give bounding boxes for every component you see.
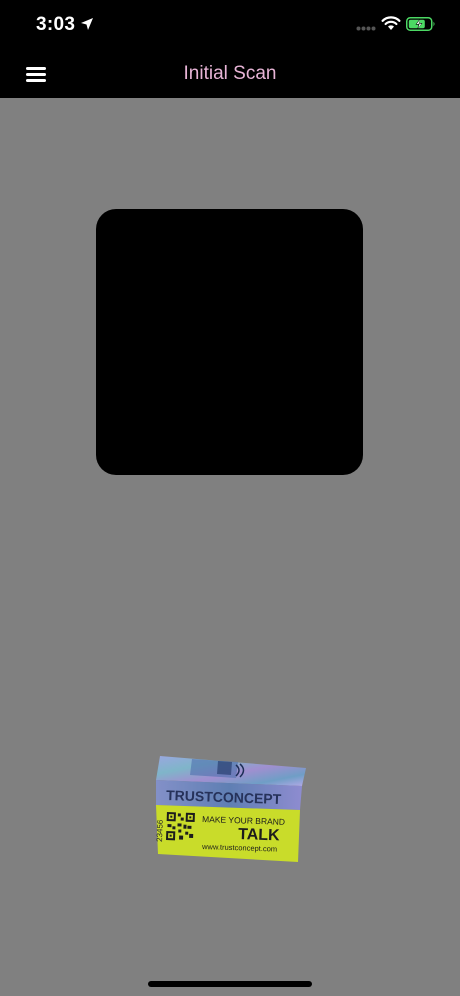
camera-scan-window <box>96 209 363 475</box>
wifi-icon <box>381 16 401 30</box>
cellular-signal-icon <box>356 26 376 31</box>
label-serial-text: 23456 <box>155 819 165 842</box>
status-time: 3:03 <box>36 14 76 35</box>
status-bar: 3:03 <box>0 0 460 50</box>
trustconcept-label-graphic: TRUSTCONCEPT 23456 MAKE YOUR BRAND TALK … <box>155 756 306 862</box>
qr-code-icon <box>164 811 196 843</box>
battery-charging-icon <box>406 17 435 31</box>
home-indicator[interactable] <box>148 981 312 987</box>
scan-screen: 3:03 Initial Scan TRUSTCONCEPT 23456 MAK… <box>0 0 460 996</box>
location-arrow-icon <box>81 18 93 30</box>
navigation-bar: Initial Scan <box>0 50 460 98</box>
label-tagline-big: TALK <box>238 826 280 844</box>
page-title: Initial Scan <box>183 63 277 84</box>
